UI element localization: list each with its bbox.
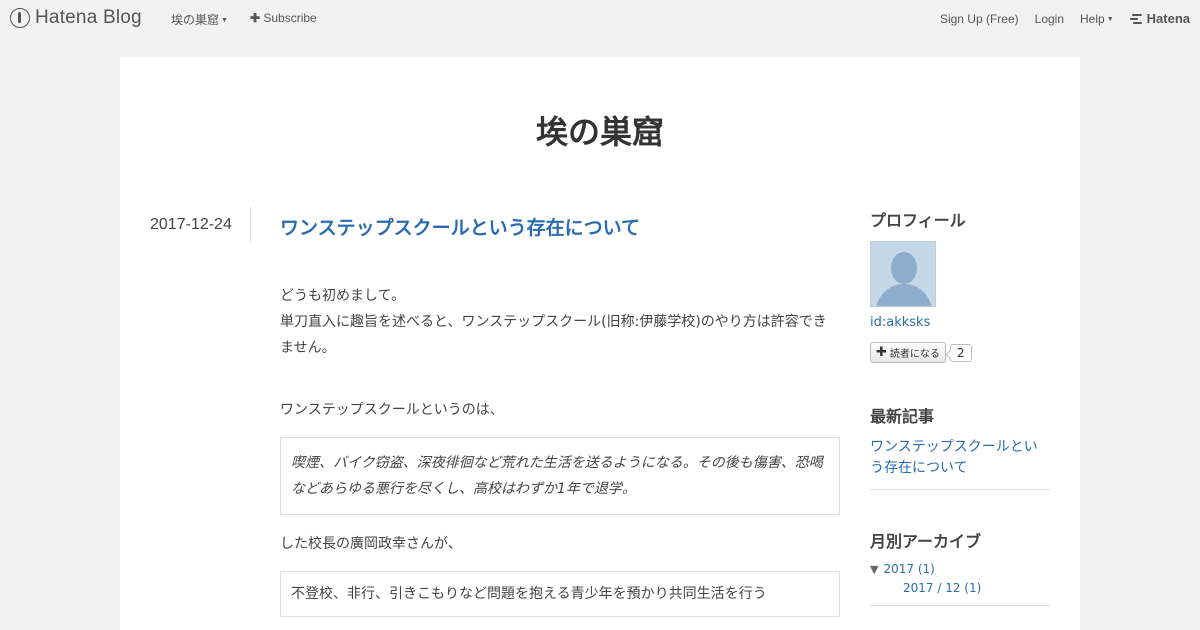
divider (870, 605, 1050, 606)
follow-label: 読者になる (889, 349, 940, 360)
blockquote: 喫煙、バイク窃盗、深夜徘徊など荒れた生活を送るようになる。その後も傷害、恐喝など… (280, 437, 840, 515)
follower-count[interactable]: 2 (949, 343, 972, 362)
paragraph: どうも初めまして。 (280, 288, 406, 304)
help-dropdown[interactable]: Help ▼ (1080, 12, 1114, 26)
subscribe-label: Subscribe (263, 11, 317, 25)
caret-down-icon: ▼ (1106, 15, 1114, 23)
archive-module: 月別アーカイブ ▼ 2017 (1) 2017 / 12 (1) (870, 528, 1050, 606)
archive-year-row[interactable]: ▼ 2017 (1) (870, 562, 1050, 576)
caret-down-icon: ▼ (221, 17, 228, 25)
subscribe-button[interactable]: ✚ Subscribe (250, 11, 317, 28)
recent-entries-module: 最新記事 ワンステップスクールという存在について (870, 403, 1050, 490)
user-id-link[interactable]: id:akksks (870, 315, 1050, 330)
global-header: Hatena Blog 埃の巣窟 ▼ ✚ Subscribe Sign Up (F… (0, 0, 1200, 38)
blog-menu-dropdown[interactable]: 埃の巣窟 ▼ (171, 11, 228, 28)
login-link[interactable]: Login (1035, 12, 1064, 26)
date-divider (250, 207, 251, 243)
hatena-brand-icon (1129, 13, 1144, 24)
sidebar: プロフィール id:akksks ✚ 読者になる 2 最新記事 ワンステップスク… (870, 207, 1050, 606)
archive-heading: 月別アーカイブ (870, 532, 982, 551)
blog-title[interactable]: 埃の巣窟 (120, 107, 1080, 153)
brand-label: Hatena (1146, 11, 1190, 26)
archive-year-link[interactable]: 2017 (1) (883, 562, 934, 576)
hatena-blog-logo[interactable]: Hatena Blog (10, 7, 142, 29)
header-right-nav: Sign Up (Free) Login Help ▼ Hatena (924, 11, 1190, 26)
blog-main-card: 埃の巣窟 2017-12-24 ワンステップスクールという存在について どうも初… (120, 57, 1080, 630)
avatar-head (891, 252, 917, 284)
entry-date[interactable]: 2017-12-24 (150, 216, 232, 234)
recent-entry-link[interactable]: ワンステップスクールという存在について (870, 437, 1050, 479)
archive-month-link[interactable]: 2017 / 12 (1) (903, 581, 1050, 595)
plus-icon: ✚ (876, 345, 887, 360)
divider (870, 489, 1050, 490)
logo-text: Hatena Blog (35, 7, 142, 28)
follow-button[interactable]: ✚ 読者になる (870, 342, 946, 363)
help-label: Help (1080, 11, 1105, 26)
signup-link[interactable]: Sign Up (Free) (940, 12, 1019, 26)
paragraph: 単刀直入に趣旨を述べると、ワンステップスクール(旧称:伊藤学校)のやり方は許容で… (280, 314, 827, 356)
header-left-nav: 埃の巣窟 ▼ ✚ Subscribe (171, 11, 317, 28)
avatar-shoulders (876, 284, 932, 306)
paragraph: した校長の廣岡政幸さんが、 (280, 536, 462, 552)
hatena-blog-logo-icon (10, 8, 30, 28)
profile-heading: プロフィール (870, 211, 966, 230)
triangle-down-icon[interactable]: ▼ (870, 563, 878, 576)
plus-icon: ✚ (249, 11, 261, 25)
blog-menu-label: 埃の巣窟 (171, 13, 220, 27)
default-avatar-icon[interactable] (870, 241, 936, 307)
intro-paragraph: どうも初めまして。 単刀直入に趣旨を述べると、ワンステップスクール(旧称:伊藤学… (280, 283, 840, 361)
entry-title-link[interactable]: ワンステップスクールという存在について (280, 213, 840, 240)
blockquote: 不登校、非行、引きこもりなど問題を抱える青少年を預かり共同生活を行う (280, 571, 840, 617)
entry-body: どうも初めまして。 単刀直入に趣旨を述べると、ワンステップスクール(旧称:伊藤学… (280, 283, 840, 630)
recent-heading: 最新記事 (870, 407, 935, 426)
follow-row: ✚ 読者になる 2 (870, 342, 1050, 363)
paragraph: ワンステップスクールというのは、 (280, 402, 504, 418)
hatena-brand-link[interactable]: Hatena (1129, 11, 1190, 26)
profile-module: プロフィール id:akksks ✚ 読者になる 2 (870, 207, 1050, 363)
